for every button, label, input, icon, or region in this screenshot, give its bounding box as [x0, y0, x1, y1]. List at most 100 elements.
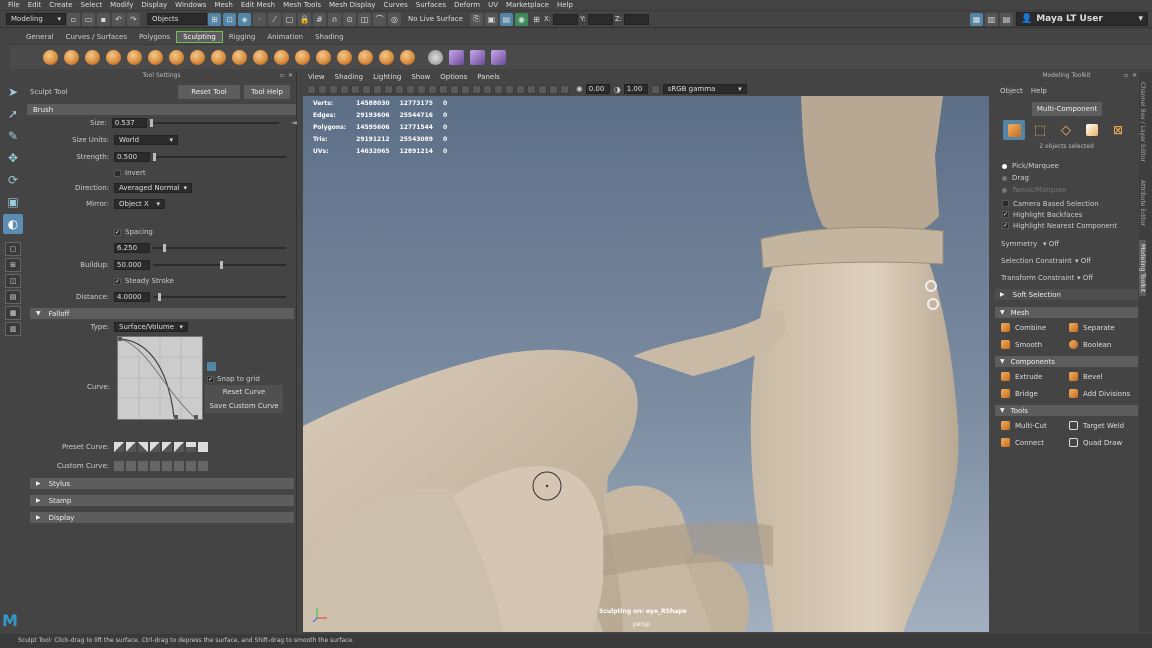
vertex-mode-icon[interactable]: · [253, 12, 266, 26]
layout-icon[interactable]: ▦ [970, 12, 983, 26]
save-scene-icon[interactable]: ▪ [97, 12, 110, 26]
tweak-marquee-option[interactable]: Tweak/Marquee [1002, 184, 1138, 196]
snap-curve-icon[interactable]: ∩ [328, 12, 341, 26]
viewport-menu-shading[interactable]: Shading [330, 73, 368, 81]
camera-based-checkbox[interactable] [1002, 200, 1009, 207]
resolution-gate-icon[interactable] [373, 84, 382, 94]
new-scene-icon[interactable]: ▫ [67, 12, 80, 26]
edge-mode-icon[interactable]: ⁄ [268, 12, 281, 26]
fill-brush-icon[interactable] [295, 49, 310, 65]
viewport-menu-view[interactable]: View [303, 73, 330, 81]
texture-icon[interactable] [491, 49, 506, 65]
bridge-button[interactable]: Bridge [998, 386, 1066, 401]
preset-curve-1[interactable] [114, 442, 124, 452]
snap-view-icon[interactable]: ◫ [358, 12, 371, 26]
menu-modify[interactable]: Modify [106, 1, 137, 9]
color-space-dropdown[interactable]: sRGB gamma ▾ [662, 84, 747, 94]
shelf-tab-general[interactable]: General [20, 32, 60, 42]
smear-brush-icon[interactable] [337, 49, 352, 65]
exposure-field[interactable]: 0.00 [585, 84, 610, 94]
lasso-tool-icon[interactable]: ➚ [3, 104, 23, 124]
render-frame-icon[interactable]: ▣ [484, 12, 498, 26]
side-tab-modeling-toolkit[interactable]: Modeling Toolkit [1139, 240, 1146, 297]
size-field[interactable]: 0.537 [111, 118, 147, 128]
multi-cut-button[interactable]: Multi-Cut [998, 418, 1066, 433]
grid-icon[interactable] [351, 84, 360, 94]
pick-marquee-option[interactable]: Pick/Marquee [1002, 160, 1138, 172]
wireframe-on-shaded-icon[interactable] [450, 84, 459, 94]
safe-action-icon[interactable] [406, 84, 415, 94]
size-units-dropdown[interactable]: World ▾ [114, 135, 178, 145]
shadows-icon[interactable] [483, 84, 492, 94]
sculpt-brush-icon[interactable] [43, 49, 58, 65]
camera-select-icon[interactable] [307, 84, 316, 94]
direction-dropdown[interactable]: Averaged Normal ▾ [114, 183, 192, 193]
render-settings-icon[interactable]: ◉ [514, 12, 528, 26]
sculpt-settings-icon[interactable] [428, 49, 443, 65]
ipr-render-icon[interactable]: ▤ [499, 12, 513, 26]
float-icon[interactable]: ▫ [1124, 72, 1128, 79]
custom-curve-slot-7[interactable] [186, 461, 196, 471]
preset-curve-4[interactable] [150, 442, 160, 452]
mtk-menu-help[interactable]: Help [1031, 87, 1047, 95]
menu-windows[interactable]: Windows [171, 1, 210, 9]
extrude-button[interactable]: Extrude [998, 369, 1066, 384]
spacing-checkbox[interactable]: ✓ [114, 228, 121, 236]
preset-curve-7[interactable] [186, 442, 196, 452]
size-slider[interactable] [152, 122, 280, 124]
graph-view-icon[interactable]: ▦ [5, 306, 21, 320]
drag-radio[interactable] [1002, 175, 1007, 181]
bulge-brush-icon[interactable] [358, 49, 373, 65]
preset-curve-5[interactable] [162, 442, 172, 452]
buildup-slider[interactable] [223, 264, 286, 266]
snap-surface-icon[interactable]: ⌒ [373, 12, 386, 26]
transform-input-icon[interactable]: ⊞ [530, 13, 543, 26]
menu-surfaces[interactable]: Surfaces [412, 1, 450, 9]
backface-icon[interactable] [560, 84, 569, 94]
lights-icon[interactable] [472, 84, 481, 94]
single-view-icon[interactable]: ▢ [5, 242, 21, 256]
close-icon[interactable]: ✕ [288, 72, 293, 79]
distance-slider[interactable] [161, 296, 286, 298]
film-gate-icon[interactable] [362, 84, 371, 94]
imprint-brush-icon[interactable] [232, 49, 247, 65]
save-custom-curve-button[interactable]: Save Custom Curve [205, 399, 283, 413]
select-tool-icon[interactable]: ➤ [3, 82, 23, 102]
xray-joints-icon[interactable] [549, 84, 558, 94]
display-section[interactable]: ▶ Display [30, 512, 294, 523]
menu-edit[interactable]: Edit [24, 1, 46, 9]
highlight-backfaces-checkbox[interactable]: ✓ [1002, 211, 1009, 218]
custom-curve-slot-3[interactable] [138, 461, 148, 471]
shelf-tab-polygons[interactable]: Polygons [133, 32, 176, 42]
close-icon[interactable]: ✕ [1132, 72, 1137, 79]
distance-field[interactable]: 4.0000 [114, 292, 150, 302]
menu-uv[interactable]: UV [484, 1, 502, 9]
select-hierarchy-icon[interactable]: ⊞ [208, 12, 221, 26]
spacing-slider-left[interactable] [153, 247, 163, 249]
select-object-icon[interactable]: ⊡ [223, 12, 236, 26]
construction-history-icon[interactable]: ⎘ [469, 12, 483, 26]
color-management-icon[interactable] [650, 84, 660, 94]
x-field[interactable] [553, 13, 579, 25]
mtk-menu-object[interactable]: Object [1000, 87, 1023, 95]
freeze-brush-icon[interactable] [400, 49, 415, 65]
shelf-tab-rigging[interactable]: Rigging [223, 32, 262, 42]
ambient-occlusion-icon[interactable] [494, 84, 503, 94]
highlight-nearest-checkbox[interactable]: ✓ [1002, 222, 1009, 229]
menu-marketplace[interactable]: Marketplace [502, 1, 553, 9]
select-component-icon[interactable]: ◈ [238, 12, 251, 26]
selection-constraint-dropdown[interactable]: ▾ Off [1075, 257, 1091, 265]
move-tool-icon[interactable]: ✥ [3, 148, 23, 168]
stamp-icon[interactable] [449, 49, 464, 65]
snap-point-icon[interactable]: ⊙ [343, 12, 356, 26]
menu-help[interactable]: Help [553, 1, 577, 9]
redo-icon[interactable]: ↷ [127, 12, 140, 26]
bookmarks-icon[interactable] [329, 84, 338, 94]
quad-draw-button[interactable]: Quad Draw [1066, 435, 1134, 450]
combine-button[interactable]: Combine [998, 320, 1066, 335]
spray-brush-icon[interactable] [190, 49, 205, 65]
viewport[interactable]: Verts: 14588030 12773175 0 Edges: 29193606 25… [303, 96, 989, 632]
tools-section[interactable]: ▼ Tools [995, 405, 1138, 416]
pick-marquee-radio[interactable] [1002, 163, 1007, 169]
vertex-mode-button[interactable]: ⬚ [1029, 120, 1051, 140]
